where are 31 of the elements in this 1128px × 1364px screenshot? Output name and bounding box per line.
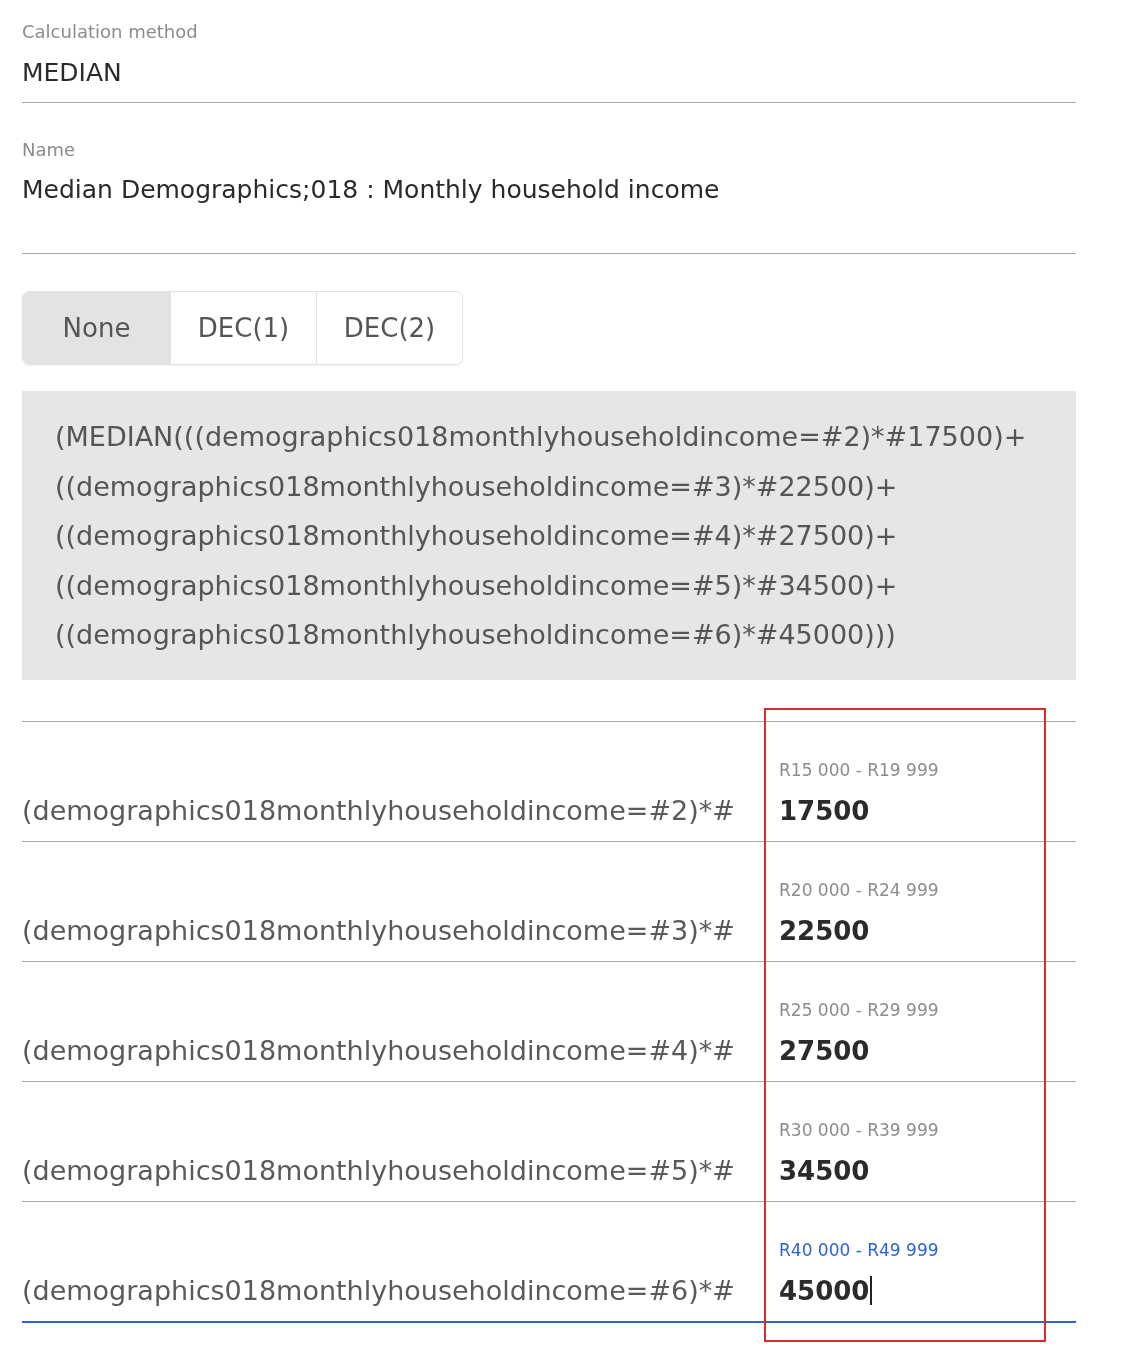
formula-input-field[interactable]: (demographics018monthlyhouseholdincome=#4)*# R25 000 - R29 999 27500 xyxy=(22,961,1076,1082)
field-label: Calculation method xyxy=(22,21,198,43)
input-prefix: (demographics018monthlyhouseholdincome=#4)*# xyxy=(22,1035,736,1066)
field-value: 45000 xyxy=(779,1275,870,1306)
text-field[interactable]: Calculation method MEDIAN xyxy=(22,21,1076,103)
field-label: Name xyxy=(22,139,76,161)
input-prefix: (demographics018monthlyhouseholdincome=#2)*# xyxy=(22,795,736,826)
formula-input-field[interactable]: (demographics018monthlyhouseholdincome=#3)*# R20 000 - R24 999 22500 xyxy=(22,841,1076,962)
field-label: R15 000 - R19 999 xyxy=(779,759,939,780)
field-label: R30 000 - R39 999 xyxy=(779,1119,939,1140)
field-label: R25 000 - R29 999 xyxy=(779,999,939,1020)
field-label: R40 000 - R49 999 xyxy=(779,1239,939,1260)
formula-input-field[interactable]: (demographics018monthlyhouseholdincome=#2)*# R15 000 - R19 999 17500 xyxy=(22,721,1076,842)
formula-text: (MEDIAN(((demographics018monthlyhouseholdincome=#2)*#17500)+ ((demographics018monthlyhouseholdincome=#3)*#22500)+ ((demographics018monthlyhouseholdincome=#4)*#27500)+ ((demographics018monthlyhouseholdincome=#5)*#34500)+ ((demographics018monthlyhouseholdincome=#6)*#45000))) xyxy=(55,420,1028,652)
decimal-option-button[interactable]: None xyxy=(23,292,170,364)
formula-input-field[interactable]: (demographics018monthlyhouseholdincome=#6)*# R40 000 - R49 999 45000 xyxy=(22,1201,1076,1323)
field-value: MEDIAN xyxy=(22,58,122,88)
formula-input-field[interactable]: (demographics018monthlyhouseholdincome=#5)*# R30 000 - R39 999 34500 xyxy=(22,1081,1076,1202)
decimal-option-button[interactable]: DEC(2) xyxy=(316,292,462,364)
field-label: R20 000 - R24 999 xyxy=(779,879,939,900)
field-value: 17500 xyxy=(779,795,870,826)
input-prefix: (demographics018monthlyhouseholdincome=#3)*# xyxy=(22,915,736,946)
field-value: 34500 xyxy=(779,1155,870,1186)
field-value: Median Demographics;018 : Monthly household income xyxy=(22,175,720,205)
field-value: 22500 xyxy=(779,915,870,946)
input-prefix: (demographics018monthlyhouseholdincome=#5)*# xyxy=(22,1155,736,1186)
text-field[interactable]: Name Median Demographics;018 : Monthly household income xyxy=(22,139,1076,254)
field-value: 27500 xyxy=(779,1035,870,1066)
text-cursor-icon xyxy=(870,1276,873,1305)
decimal-option-button[interactable]: DEC(1) xyxy=(170,292,316,364)
input-prefix: (demographics018monthlyhouseholdincome=#6)*# xyxy=(22,1275,736,1306)
